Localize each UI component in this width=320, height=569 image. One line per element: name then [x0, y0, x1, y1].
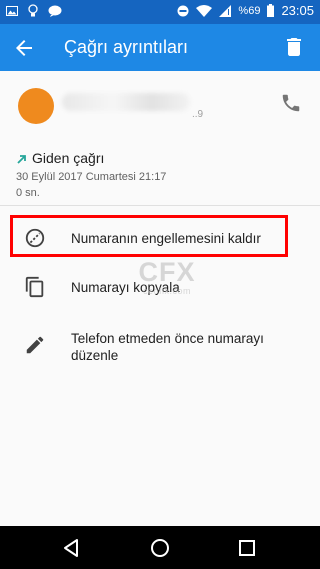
contact-row[interactable]: ..9: [0, 71, 320, 136]
image-icon: [6, 6, 18, 16]
app-bar: Çağrı ayrıntıları: [0, 24, 320, 71]
status-bar: %69 23:05: [0, 0, 320, 24]
copy-number-label: Numarayı kopyala: [71, 280, 180, 295]
outgoing-call-arrow-icon: [17, 155, 26, 164]
battery-icon: [267, 4, 275, 17]
page-title: Çağrı ayrıntıları: [64, 37, 189, 57]
navigation-bar: [0, 526, 320, 569]
highlight-box: [10, 215, 288, 257]
call-info: Giden çağrı 30 Eylül 2017 Cumartesi 21:1…: [0, 135, 320, 206]
nav-back-icon[interactable]: [60, 537, 82, 559]
call-type: Giden çağrı: [32, 150, 105, 166]
edit-number-label: Telefon etmeden önce numarayı düzenle: [71, 331, 264, 363]
call-date: 30 Eylül 2017 Cumartesi 21:17: [16, 171, 167, 183]
do-not-disturb-icon: [177, 5, 189, 16]
trash-icon[interactable]: [282, 35, 306, 59]
arrow-back-icon[interactable]: [12, 36, 36, 60]
nav-home-icon[interactable]: [149, 537, 171, 559]
wifi-icon: [196, 4, 213, 17]
messenger-icon: [48, 5, 62, 17]
unblock-number-action[interactable]: Numaranın engellemesini kaldır: [0, 206, 320, 268]
blurred-contact-name: [62, 93, 190, 111]
actions-list: Numaranın engellemesini kaldır Numarayı …: [0, 206, 320, 526]
edit-pencil-icon: [26, 336, 44, 354]
call-duration: 0 sn.: [16, 187, 40, 199]
clock-time: 23:05: [281, 3, 314, 18]
number-fragment: ..9: [192, 109, 204, 120]
signal-icon: [219, 4, 232, 17]
edit-number-action[interactable]: Telefon etmeden önce numarayı düzenle: [0, 322, 320, 386]
copy-icon: [25, 276, 44, 298]
nav-recents-icon[interactable]: [236, 537, 258, 559]
avatar[interactable]: [18, 88, 54, 124]
copy-number-action[interactable]: Numarayı kopyala: [0, 268, 320, 322]
battery-percent: %69: [238, 4, 261, 17]
lightbulb-icon: [28, 4, 38, 17]
phone-icon[interactable]: [280, 92, 302, 114]
